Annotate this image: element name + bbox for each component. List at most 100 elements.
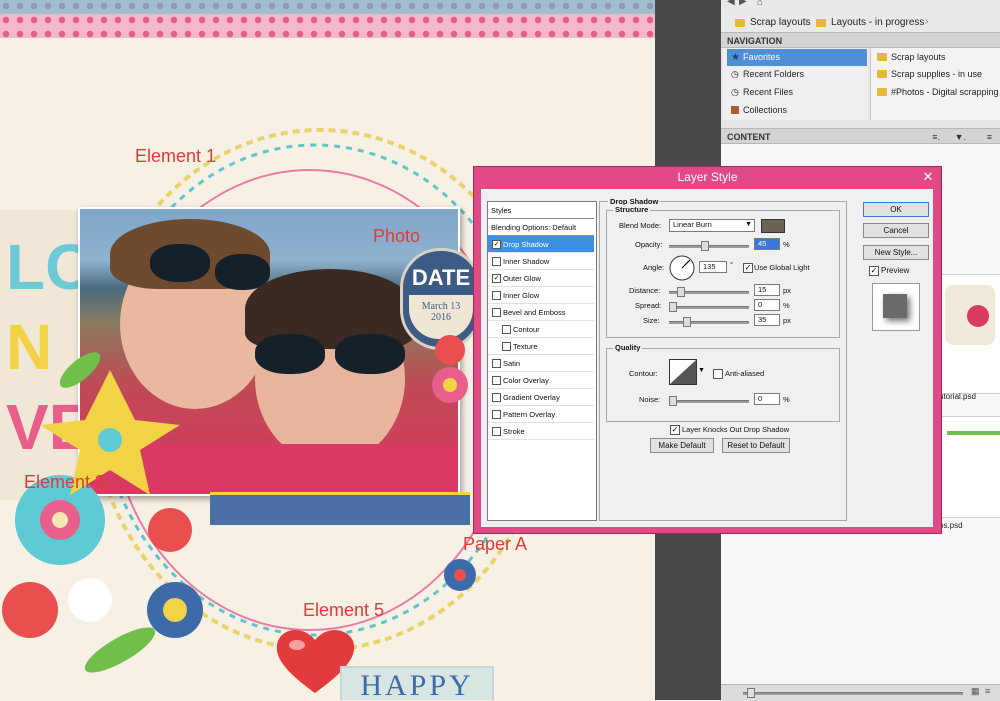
spread-slider-knob[interactable] (669, 302, 677, 312)
styles-list-item-inner-shadow[interactable]: Inner Shadow (488, 253, 594, 270)
styles-list-item-gradient-overlay[interactable]: Gradient Overlay (488, 389, 594, 406)
angle-input[interactable]: 135 (699, 261, 727, 273)
inner-shadow-checkbox[interactable] (492, 257, 501, 266)
anti-aliased-label: Anti-aliased (725, 369, 765, 378)
styles-list-item-stroke[interactable]: Stroke (488, 423, 594, 440)
styles-list-label: Satin (503, 359, 521, 368)
quality-group-title: Quality (613, 343, 643, 352)
distance-input[interactable]: 15 (754, 284, 780, 296)
thumbnail[interactable] (936, 416, 1000, 518)
opacity-unit: % (783, 240, 790, 249)
chevron-down-icon: ▼ (745, 221, 752, 228)
favorites-item-label: Collections (743, 105, 788, 115)
satin-checkbox[interactable] (492, 359, 501, 368)
anti-aliased-checkbox[interactable] (713, 369, 723, 379)
noise-slider-knob[interactable] (669, 396, 677, 406)
styles-list-item-outer-glow[interactable]: ✓ Outer Glow (488, 270, 594, 287)
new-style-button[interactable]: New Style... (863, 245, 929, 260)
content-panel-title: CONTENT (727, 132, 771, 142)
grid-view-icon[interactable]: ▦ (971, 686, 980, 697)
spread-input[interactable]: 0 (754, 299, 780, 311)
filter-icon[interactable]: ▼. (955, 129, 966, 145)
styles-list-item-blending-options[interactable]: Blending Options: Default (488, 219, 594, 236)
list-view-icon[interactable]: ≡ (985, 686, 990, 696)
distance-slider-knob[interactable] (677, 287, 685, 297)
noise-slider[interactable] (669, 400, 749, 403)
styles-list-item-bevel-emboss[interactable]: Bevel and Emboss (488, 304, 594, 321)
bevel-emboss-checkbox[interactable] (492, 308, 501, 317)
styles-list-label: Stroke (503, 427, 525, 436)
navigation-panel-header[interactable]: NAVIGATION (721, 32, 1000, 48)
distance-unit: px (783, 286, 791, 295)
favorites-list: ★ Favorites ◷ Recent Folders ◷ Recent Files… (723, 48, 868, 120)
breadcrumb-item[interactable]: Scrap layouts (750, 17, 811, 28)
date-badge-date: March 13 (421, 301, 461, 312)
pattern-overlay-checkbox[interactable] (492, 410, 501, 419)
favorites-item-favorites[interactable]: ★ Favorites (727, 49, 867, 66)
size-slider[interactable] (669, 321, 749, 324)
folder-item[interactable]: #Photos - Digital scrapping (c (875, 84, 1000, 101)
shadow-color-swatch[interactable] (761, 219, 785, 233)
spread-slider[interactable] (669, 306, 749, 309)
size-slider-knob[interactable] (683, 317, 691, 327)
happy-word-art: HAPPY (340, 666, 494, 700)
styles-list-item-contour[interactable]: Contour (488, 321, 594, 338)
reset-to-default-button[interactable]: Reset to Default (722, 438, 790, 453)
favorites-item-recent-folders[interactable]: ◷ Recent Folders (727, 66, 867, 83)
breadcrumb-item[interactable]: Layouts - in progress (831, 17, 924, 28)
drop-shadow-checkbox[interactable]: ✓ (492, 240, 501, 249)
back-icon[interactable]: ◀ (727, 0, 735, 7)
outer-glow-checkbox[interactable]: ✓ (492, 274, 501, 283)
folder-item-label: Scrap supplies - in use (891, 69, 983, 79)
contour-checkbox[interactable] (502, 325, 511, 334)
opacity-slider[interactable] (669, 245, 749, 248)
inner-glow-checkbox[interactable] (492, 291, 501, 300)
blend-mode-select[interactable]: Linear Burn ▼ (669, 219, 755, 232)
content-panel-header[interactable]: CONTENT ≡. ▼. ≡ (721, 128, 1000, 144)
color-overlay-checkbox[interactable] (492, 376, 501, 385)
thumbnail-size-bar: ▦ ≡ (721, 684, 1000, 701)
size-input[interactable]: 35 (754, 314, 780, 326)
use-global-light-checkbox[interactable]: ✓ (743, 263, 753, 273)
cancel-button[interactable]: Cancel (863, 223, 929, 238)
thumbnail-size-knob[interactable] (747, 688, 755, 698)
preview-label: Preview (881, 266, 910, 275)
styles-list-item-pattern-overlay[interactable]: Pattern Overlay (488, 406, 594, 423)
recent-files-icon: ◷ (731, 87, 739, 97)
sort-icon[interactable]: ≡. (932, 129, 940, 145)
home-icon[interactable]: ⌂ (757, 0, 763, 8)
menu-icon[interactable]: ≡ (987, 129, 992, 145)
knockout-checkbox[interactable]: ✓ (670, 425, 680, 435)
styles-list-item-color-overlay[interactable]: Color Overlay (488, 372, 594, 389)
styles-list-label: Pattern Overlay (503, 410, 556, 419)
preview-checkbox[interactable]: ✓ (869, 266, 879, 276)
noise-input[interactable]: 0 (754, 393, 780, 405)
styles-list-item-drop-shadow[interactable]: ✓ Drop Shadow (488, 236, 594, 253)
thumbnail-caption: ps.psd (939, 521, 963, 530)
make-default-button[interactable]: Make Default (650, 438, 714, 453)
styles-list-item-inner-glow[interactable]: Inner Glow (488, 287, 594, 304)
styles-list-item-texture[interactable]: Texture (488, 338, 594, 355)
favorites-item-collections[interactable]: Collections (727, 102, 867, 119)
thumbnail[interactable] (936, 274, 1000, 394)
folder-item[interactable]: Scrap layouts (875, 49, 1000, 66)
texture-checkbox[interactable] (502, 342, 511, 351)
opacity-input[interactable]: 45 (754, 238, 780, 250)
angle-dial[interactable] (669, 255, 695, 281)
favorites-item-label: Recent Files (743, 87, 794, 97)
gradient-overlay-checkbox[interactable] (492, 393, 501, 402)
opacity-slider-knob[interactable] (701, 241, 709, 251)
chevron-down-icon[interactable]: ▼ (698, 367, 705, 374)
forward-icon[interactable]: ▶ (739, 0, 747, 7)
ok-button[interactable]: OK (863, 202, 929, 217)
favorites-item-recent-files[interactable]: ◷ Recent Files (727, 84, 867, 101)
styles-list-item-satin[interactable]: Satin (488, 355, 594, 372)
contour-picker[interactable] (669, 359, 697, 385)
folder-icon (735, 19, 745, 27)
styles-list-item-styles[interactable]: Styles (488, 202, 594, 219)
close-icon[interactable]: ✕ (919, 170, 937, 184)
thumbnail-size-slider[interactable] (743, 692, 963, 695)
stroke-checkbox[interactable] (492, 427, 501, 436)
folder-item[interactable]: Scrap supplies - in use (875, 66, 1000, 83)
folder-icon (816, 19, 826, 27)
